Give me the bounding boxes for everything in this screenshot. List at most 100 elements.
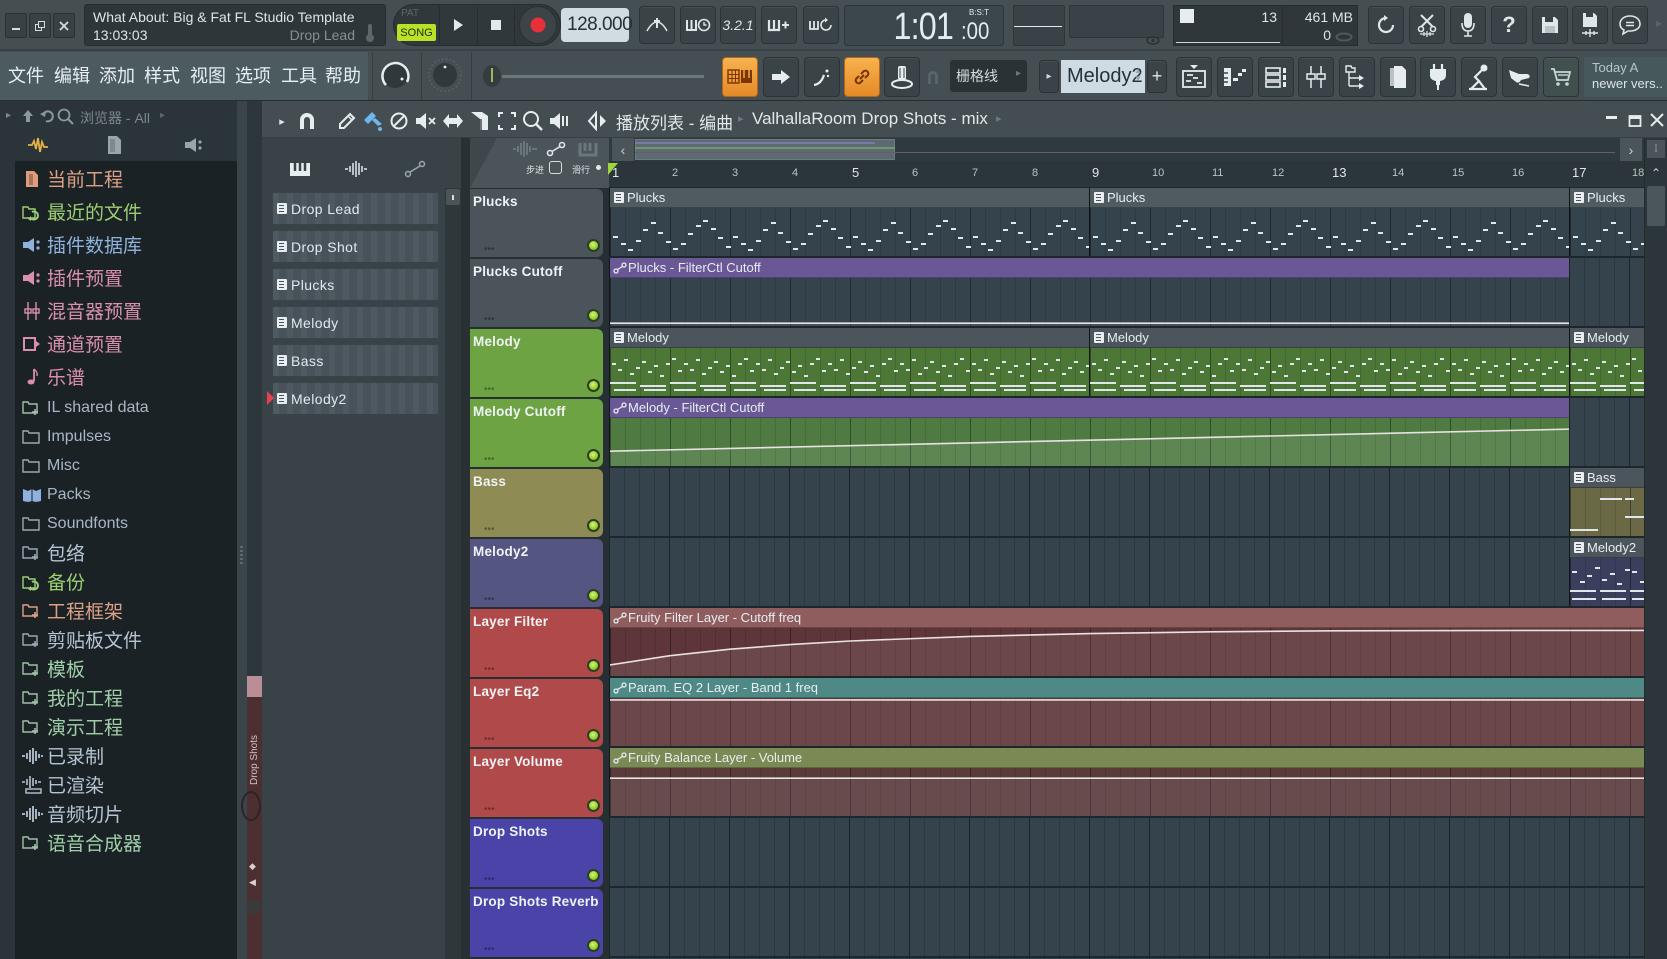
menu-tools[interactable]: 工具 <box>281 62 317 88</box>
track-mute-led[interactable] <box>587 869 600 882</box>
oscilloscope-panel[interactable] <box>1013 5 1065 46</box>
track-options-icon[interactable]: ••• <box>484 314 495 325</box>
piano-roll-button[interactable] <box>1217 57 1253 97</box>
loop-record-button[interactable] <box>803 6 839 44</box>
bar-number[interactable]: 11 <box>1212 167 1223 179</box>
browser-item[interactable]: Packs <box>15 480 237 509</box>
bar-number[interactable]: 2 <box>672 167 678 179</box>
track-options-icon[interactable]: ••• <box>484 384 495 395</box>
browser-item[interactable]: 已渲染 <box>15 770 237 799</box>
clip-header[interactable]: Melody <box>1090 328 1569 348</box>
recording-button[interactable] <box>1450 6 1486 44</box>
snap-dropdown[interactable]: 栅格线 ▸ <box>950 60 1027 92</box>
track-mute-led[interactable] <box>587 589 600 602</box>
clip-header[interactable]: Plucks <box>610 188 1089 208</box>
track-lane[interactable]: Melody Melody Melody <box>609 328 1644 398</box>
bar-number[interactable]: 10 <box>1152 167 1164 179</box>
pattern-clip[interactable]: Bass <box>1569 468 1644 536</box>
window-minimize-icon[interactable] <box>1605 114 1619 124</box>
undo-history-button[interactable] <box>1368 6 1404 44</box>
bar-number[interactable]: 9 <box>1092 165 1099 180</box>
track-header[interactable]: Drop Shots ••• <box>470 819 603 887</box>
playback-tool-button[interactable] <box>549 110 571 132</box>
touch-controller-button[interactable] <box>1502 57 1538 97</box>
restore-button[interactable] <box>29 13 51 38</box>
track-lane[interactable]: Melody2 <box>609 538 1644 608</box>
typing-keyboard-button[interactable] <box>804 57 840 97</box>
pattern-clip[interactable]: Melody2 <box>1569 538 1644 606</box>
wait-for-input-button[interactable] <box>680 6 716 44</box>
plugin-filter-icon[interactable] <box>184 137 206 153</box>
track-header[interactable]: Drop Shots Reverb ••• <box>470 889 603 957</box>
spinner-icon[interactable]: ▲ ▼ <box>1134 67 1142 83</box>
playlist-overview[interactable]: ‹ › <box>609 138 1644 161</box>
picker-item-melody2[interactable]: Melody2 <box>272 382 439 415</box>
countdown-button[interactable]: 3.2.1 <box>720 6 756 44</box>
automation-clip[interactable]: Plucks - FilterCtl Cutoff <box>609 258 1569 326</box>
save-button[interactable] <box>1532 6 1568 44</box>
bar-number[interactable]: 8 <box>1032 167 1038 179</box>
mute-tool-button[interactable] <box>415 110 437 132</box>
peak-meter-panel[interactable] <box>1069 5 1164 38</box>
playlist-menu-arrow-icon[interactable]: ▸ <box>271 110 293 132</box>
paint-tool-button[interactable] <box>362 110 384 132</box>
track-options-icon[interactable]: ••• <box>484 524 495 535</box>
bar-number[interactable]: 16 <box>1512 167 1524 179</box>
playlist-speaker-button[interactable] <box>586 110 608 132</box>
zoom-tool-button[interactable] <box>522 110 544 132</box>
slide-mode-toggle[interactable] <box>596 165 601 170</box>
bar-number[interactable]: 13 <box>1332 165 1346 180</box>
mixer-track-strip[interactable]: Drop Shots ◆ ◀ <box>241 101 262 959</box>
picker-item-melody[interactable]: Melody <box>272 306 439 339</box>
slice-tool-button[interactable] <box>469 110 491 132</box>
picker-item-drop-lead[interactable]: Drop Lead <box>272 192 439 225</box>
track-header[interactable]: Melody ••• <box>470 329 603 397</box>
magnet-icon[interactable] <box>926 69 940 85</box>
pattern-clip[interactable]: Plucks <box>1089 188 1569 256</box>
picker-automation-tab[interactable] <box>404 160 426 178</box>
bar-number[interactable]: 14 <box>1392 167 1404 179</box>
master-slider-handle[interactable] <box>482 63 502 89</box>
browser-item[interactable]: 语音合成器 <box>15 828 237 857</box>
undo-icon[interactable] <box>40 109 54 123</box>
clip-header[interactable]: Plucks <box>1090 188 1569 208</box>
track-mute-led[interactable] <box>587 379 600 392</box>
track-lane[interactable] <box>609 888 1644 958</box>
track-header[interactable]: Layer Volume ••• <box>470 749 603 817</box>
picker-item-bass[interactable]: Bass <box>272 344 439 377</box>
track-header[interactable]: Layer Eq2 ••• <box>470 679 603 747</box>
scroll-up-button[interactable]: ⌃ <box>1647 162 1665 184</box>
automation-curve[interactable] <box>610 418 1569 466</box>
clip-header[interactable]: Melody - FilterCtl Cutoff <box>610 398 1569 418</box>
automation-clip-filter-icon[interactable] <box>546 141 566 157</box>
track-options-icon[interactable]: ••• <box>484 734 495 745</box>
bar-number[interactable]: 6 <box>912 167 918 179</box>
track-mute-led[interactable] <box>587 519 600 532</box>
browser-item[interactable]: Misc <box>15 451 237 480</box>
pattern-clip[interactable]: Plucks <box>609 188 1089 256</box>
clip-header[interactable]: Plucks - FilterCtl Cutoff <box>610 258 1569 278</box>
track-mute-led[interactable] <box>587 939 600 952</box>
track-mute-led[interactable] <box>587 239 600 252</box>
track-mute-led[interactable] <box>587 729 600 742</box>
audio-clip-filter-icon[interactable] <box>512 141 538 157</box>
browser-item[interactable]: 备份 <box>15 567 237 596</box>
track-header[interactable]: Melody2 ••• <box>470 539 603 607</box>
track-options-icon[interactable]: ••• <box>484 804 495 815</box>
track-mute-led[interactable] <box>587 799 600 812</box>
track-lane[interactable] <box>609 818 1644 888</box>
track-options-icon[interactable]: ••• <box>484 874 495 885</box>
bar-number[interactable]: 15 <box>1452 167 1464 179</box>
track-mute-led[interactable] <box>587 449 600 462</box>
browser-item[interactable]: 我的工程 <box>15 683 237 712</box>
metronome-button[interactable] <box>639 6 675 44</box>
picker-item-drop-shot[interactable]: Drop Shot <box>272 230 439 263</box>
channel-rack-button[interactable] <box>1258 57 1294 97</box>
track-lane[interactable]: Bass <box>609 468 1644 538</box>
pattern-clip[interactable]: Melody <box>609 328 1089 396</box>
link-button[interactable] <box>844 57 880 97</box>
master-volume-knob[interactable] <box>378 58 412 92</box>
performance-monitor[interactable]: 13 461 MB 0 <box>1173 5 1358 46</box>
track-lane[interactable]: Plucks - FilterCtl Cutoff <box>609 258 1644 328</box>
track-header[interactable]: Bass ••• <box>470 469 603 537</box>
